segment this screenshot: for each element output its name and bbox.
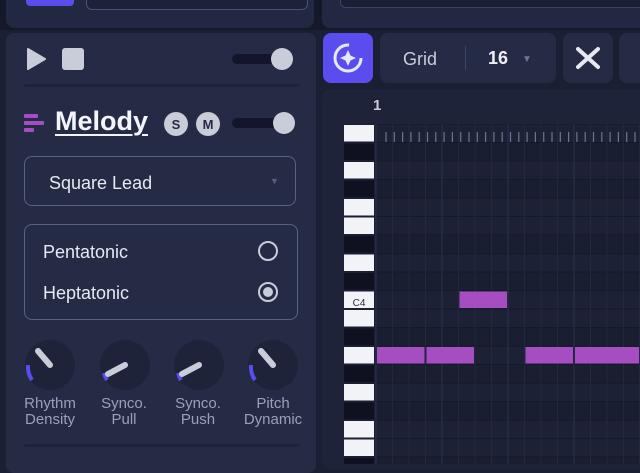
chevron-down-icon: ▼ — [270, 176, 279, 186]
white-key[interactable] — [344, 421, 374, 438]
grid-separator — [465, 46, 466, 70]
crossing-arrows-icon[interactable] — [563, 33, 613, 83]
pitch-dynamic-knob[interactable] — [246, 338, 300, 392]
transport-divider — [24, 84, 300, 87]
bar-number: 1 — [373, 97, 382, 114]
white-key[interactable] — [344, 347, 374, 364]
grid-label: Grid — [403, 49, 438, 69]
grid-value[interactable]: 16 — [488, 48, 508, 69]
c4-key-label: C4 — [353, 298, 366, 309]
track-bars-icon — [24, 114, 44, 132]
synco-pull-knob[interactable] — [98, 338, 152, 392]
knob-label: Pitch Dynamic — [243, 395, 303, 428]
synco-push-knob[interactable] — [172, 338, 226, 392]
note[interactable] — [525, 347, 574, 364]
black-key[interactable] — [344, 143, 374, 161]
scale-option-label: Heptatonic — [43, 283, 130, 303]
white-key[interactable] — [344, 384, 374, 401]
black-key[interactable] — [344, 458, 374, 464]
top-right-field[interactable] — [340, 0, 640, 8]
black-key[interactable] — [344, 365, 374, 383]
white-key[interactable] — [344, 310, 374, 327]
track-volume-slider-knob[interactable] — [273, 112, 295, 134]
top-accent-button[interactable] — [26, 0, 74, 6]
white-key[interactable] — [344, 254, 374, 272]
scale-radio-heptatonic[interactable] — [258, 282, 278, 302]
white-key[interactable] — [344, 439, 374, 457]
white-key[interactable] — [344, 125, 374, 142]
stop-icon[interactable] — [62, 48, 84, 70]
black-key[interactable] — [344, 328, 374, 346]
instrument-value: Square Lead — [49, 173, 153, 193]
black-key[interactable] — [344, 236, 374, 253]
scale-option-label: Pentatonic — [43, 242, 129, 262]
black-key[interactable] — [344, 402, 374, 420]
knob-label: Synco. Push — [175, 395, 221, 428]
piano-roll-grid[interactable]: C4 — [344, 124, 640, 464]
top-input-field[interactable] — [86, 0, 308, 10]
knob-label: Synco. Pull — [101, 395, 147, 428]
white-key[interactable] — [344, 217, 374, 235]
bottom-divider — [24, 444, 300, 447]
toolbar-edge-button[interactable] — [619, 33, 640, 83]
volume-slider-knob[interactable] — [271, 48, 293, 70]
scale-selector — [24, 224, 298, 320]
knob-label: Rhythm Density — [24, 395, 76, 428]
note[interactable] — [377, 347, 425, 364]
white-key[interactable] — [344, 162, 374, 179]
white-key[interactable] — [344, 199, 374, 216]
note[interactable] — [426, 347, 475, 364]
mute-button[interactable]: M — [196, 112, 220, 136]
black-key[interactable] — [344, 273, 374, 290]
scale-radio-pentatonic[interactable] — [258, 241, 278, 261]
play-icon[interactable] — [26, 48, 46, 70]
track-name[interactable]: Melody — [55, 106, 148, 137]
black-key[interactable] — [344, 180, 374, 198]
sparkle-magic-icon[interactable] — [323, 33, 373, 83]
solo-button[interactable]: S — [164, 112, 188, 136]
note[interactable] — [575, 347, 639, 364]
rhythm-density-knob[interactable] — [23, 338, 77, 392]
note[interactable] — [459, 291, 508, 309]
chevron-down-icon: ▼ — [522, 54, 532, 65]
